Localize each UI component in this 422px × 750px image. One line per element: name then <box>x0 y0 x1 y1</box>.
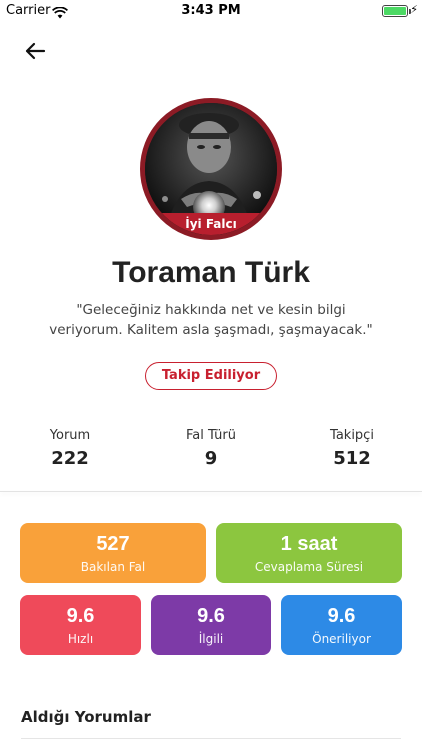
tile-caption: Hızlı <box>67 632 94 646</box>
profile-name: Toraman Türk <box>112 256 310 289</box>
stat-value: 9 <box>204 448 218 469</box>
stat-followers[interactable]: Takipçi 512 <box>282 428 422 469</box>
reviews-section-title: Aldığı Yorumlar <box>21 708 151 726</box>
rating-badge: İyi Falcı <box>145 213 277 235</box>
battery-icon <box>382 5 411 17</box>
divider <box>21 738 401 739</box>
tile-response-time: 1 saat Cevaplama Süresi <box>216 523 402 583</box>
arrow-left-icon <box>25 42 46 60</box>
status-time: 3:43 PM <box>181 3 241 18</box>
follow-button[interactable]: Takip Ediliyor <box>145 362 277 390</box>
tile-relevance-score: 9.6 İlgili <box>151 595 271 655</box>
back-button[interactable] <box>20 36 50 66</box>
tile-value: 527 <box>96 533 130 555</box>
profile-bio: "Geleceğiniz hakkında net ve kesin bilgi… <box>49 302 373 338</box>
divider <box>0 491 422 492</box>
stat-value: 512 <box>333 448 371 469</box>
stat-label: Takipçi <box>330 428 374 443</box>
charging-bolt-icon: ⚡ <box>410 3 418 16</box>
tile-value: 9.6 <box>327 605 356 627</box>
stat-value: 222 <box>51 448 89 469</box>
tile-value: 9.6 <box>66 605 95 627</box>
tile-readings-count: 527 Bakılan Fal <box>20 523 206 583</box>
avatar: İyi Falcı <box>140 98 282 240</box>
tile-value: 1 saat <box>280 533 338 555</box>
stat-label: Fal Türü <box>186 428 236 443</box>
stat-reviews[interactable]: Yorum 222 <box>0 428 140 469</box>
tile-caption: Öneriliyor <box>312 632 371 646</box>
stat-label: Yorum <box>49 428 91 443</box>
status-bar: Carrier 3:43 PM ⚡ <box>0 0 422 22</box>
tile-caption: Bakılan Fal <box>80 560 146 574</box>
tile-caption: Cevaplama Süresi <box>254 560 364 574</box>
tile-speed-score: 9.6 Hızlı <box>20 595 141 655</box>
tile-caption: İlgili <box>198 632 224 646</box>
tile-value: 9.6 <box>197 605 225 627</box>
profile-stats: Yorum 222 Fal Türü 9 Takipçi 512 <box>0 428 422 474</box>
stat-fortune-types[interactable]: Fal Türü 9 <box>141 428 281 469</box>
tile-recommend-score: 9.6 Öneriliyor <box>281 595 402 655</box>
